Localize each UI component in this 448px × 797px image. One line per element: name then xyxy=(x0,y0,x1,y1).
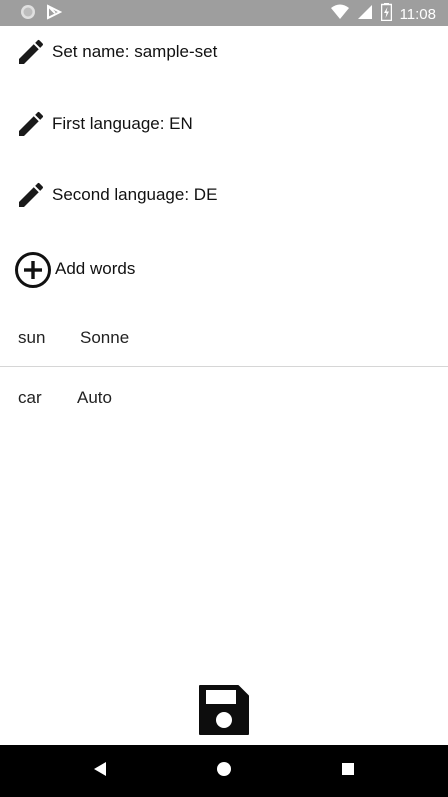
recents-button[interactable] xyxy=(336,759,360,783)
status-bar-clock: 11:08 xyxy=(399,5,436,23)
back-icon xyxy=(91,760,109,783)
navigation-bar xyxy=(0,745,448,797)
second-language-label: Second language: DE xyxy=(52,185,218,204)
app-screen: 11:08 Set name: sample-set First languag… xyxy=(0,0,448,797)
set-name-label: Set name: sample-set xyxy=(52,42,218,61)
battery-charging-icon xyxy=(380,3,392,26)
first-language-row[interactable]: First language: EN xyxy=(0,99,448,149)
set-name-row[interactable]: Set name: sample-set xyxy=(0,27,448,77)
add-circle-icon xyxy=(14,251,52,289)
word-second-language: Auto xyxy=(77,388,112,407)
status-bar-notifications xyxy=(20,4,63,25)
word-first-language: car xyxy=(18,388,42,407)
circle-notification-icon xyxy=(20,4,36,25)
add-words-label: Add words xyxy=(55,259,136,278)
list-item[interactable]: sun Sonne xyxy=(0,312,448,364)
pencil-icon xyxy=(15,36,47,68)
list-item[interactable]: car Auto xyxy=(0,372,448,424)
floppy-disk-icon xyxy=(196,685,252,742)
play-store-notification-icon xyxy=(46,4,63,25)
pencil-icon xyxy=(15,108,47,140)
second-language-row[interactable]: Second language: DE xyxy=(0,170,448,220)
word-second-language: Sonne xyxy=(80,328,130,347)
recents-icon xyxy=(340,761,356,782)
word-first-language: sun xyxy=(18,328,46,347)
first-language-label: First language: EN xyxy=(52,114,193,133)
home-icon xyxy=(215,760,233,783)
cellular-signal-icon xyxy=(357,4,373,25)
home-button[interactable] xyxy=(212,759,236,783)
add-words-row[interactable]: Add words xyxy=(0,244,448,294)
status-bar: 11:08 xyxy=(0,0,448,26)
save-button[interactable] xyxy=(196,682,252,738)
status-bar-system: 11:08 xyxy=(330,3,436,26)
pencil-icon xyxy=(15,179,47,211)
back-button[interactable] xyxy=(88,759,112,783)
wifi-icon xyxy=(330,4,349,25)
list-divider xyxy=(0,366,448,367)
